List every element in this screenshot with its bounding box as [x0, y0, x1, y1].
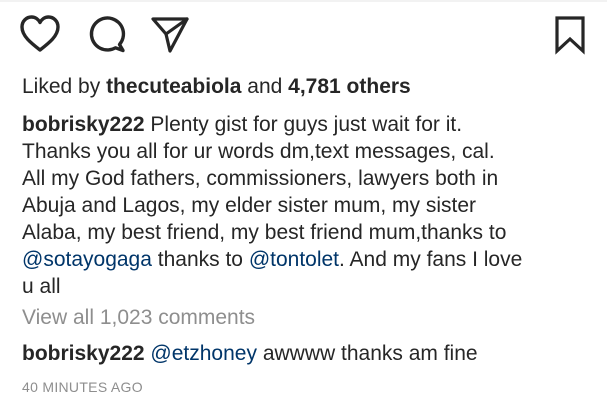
- caption-line-2: Thanks you all for ur words dm,text mess…: [22, 140, 495, 163]
- caption-line-3: All my God fathers, commissioners, lawye…: [22, 167, 499, 190]
- caption-line-6: @sotayogaga thanks to @tontolet. And my …: [22, 246, 597, 273]
- likes-summary[interactable]: Liked by thecuteabiola and 4,781 others: [22, 73, 411, 101]
- caption-line-4: Abuja and Lagos, my elder sister mum, my…: [22, 194, 477, 217]
- post-timestamp: 40 MINUTES AGO: [22, 379, 143, 395]
- comment-item: bobrisky222 @etzhoney awwww thanks am fi…: [22, 340, 478, 368]
- liker-username[interactable]: thecuteabiola: [106, 75, 241, 98]
- comment-text: awwww thanks am fine: [256, 342, 478, 365]
- caption-text-6b: . And my fans I love: [339, 248, 523, 271]
- caption-line-7: u all: [22, 275, 61, 298]
- comment-icon[interactable]: [86, 14, 128, 54]
- view-all-comments-link[interactable]: View all 1,023 comments: [22, 304, 255, 332]
- caption-line-5: Alaba, my best friend, my best friend mu…: [22, 221, 507, 244]
- caption-line-1: bobrisky222 Plenty gist for guys just wa…: [22, 111, 597, 138]
- likes-prefix: Liked by: [22, 75, 107, 98]
- caption-text-1: Plenty gist for guys just wait for it.: [144, 113, 463, 136]
- caption-username[interactable]: bobrisky222: [22, 113, 145, 136]
- post-caption: bobrisky222 Plenty gist for guys just wa…: [22, 111, 597, 300]
- mention-link[interactable]: @tontolet: [249, 248, 339, 271]
- mention-link[interactable]: @sotayogaga: [22, 248, 152, 271]
- share-icon[interactable]: [150, 15, 190, 55]
- bookmark-icon[interactable]: [553, 15, 587, 55]
- post-action-bar: [0, 0, 607, 68]
- comment-username[interactable]: bobrisky222: [22, 342, 145, 365]
- likes-middle: and: [241, 75, 289, 98]
- caption-text-6a: thanks to: [151, 248, 249, 271]
- heart-icon[interactable]: [19, 14, 61, 54]
- likes-count[interactable]: 4,781 others: [288, 75, 411, 98]
- mention-link[interactable]: @etzhoney: [150, 342, 257, 365]
